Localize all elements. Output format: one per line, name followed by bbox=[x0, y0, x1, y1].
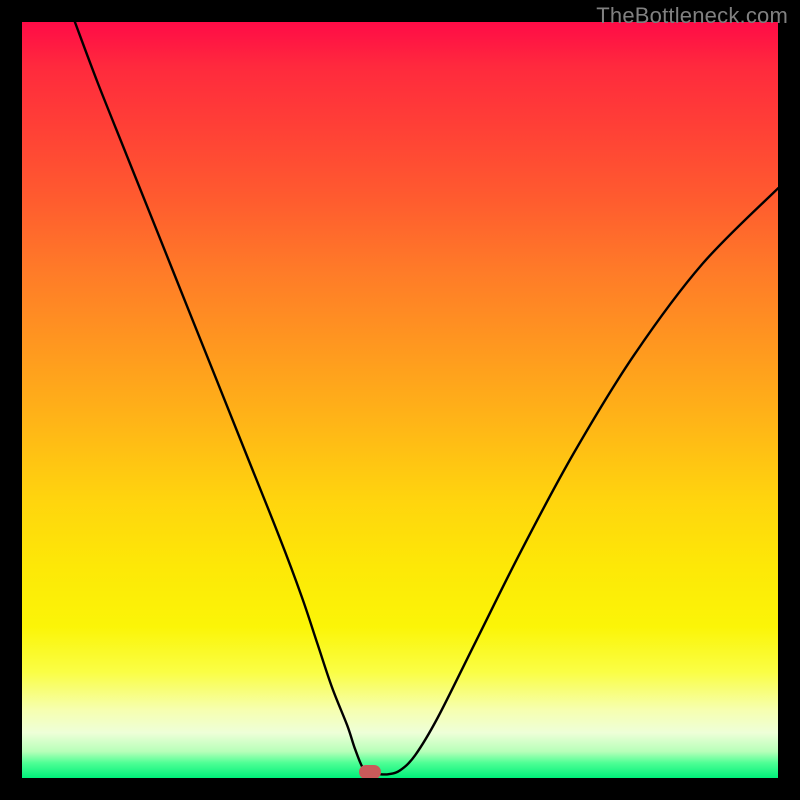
chart-frame: TheBottleneck.com bbox=[0, 0, 800, 800]
plot-area bbox=[22, 22, 778, 778]
watermark-label: TheBottleneck.com bbox=[596, 3, 788, 29]
optimum-marker bbox=[359, 765, 381, 778]
bottleneck-curve bbox=[22, 22, 778, 778]
